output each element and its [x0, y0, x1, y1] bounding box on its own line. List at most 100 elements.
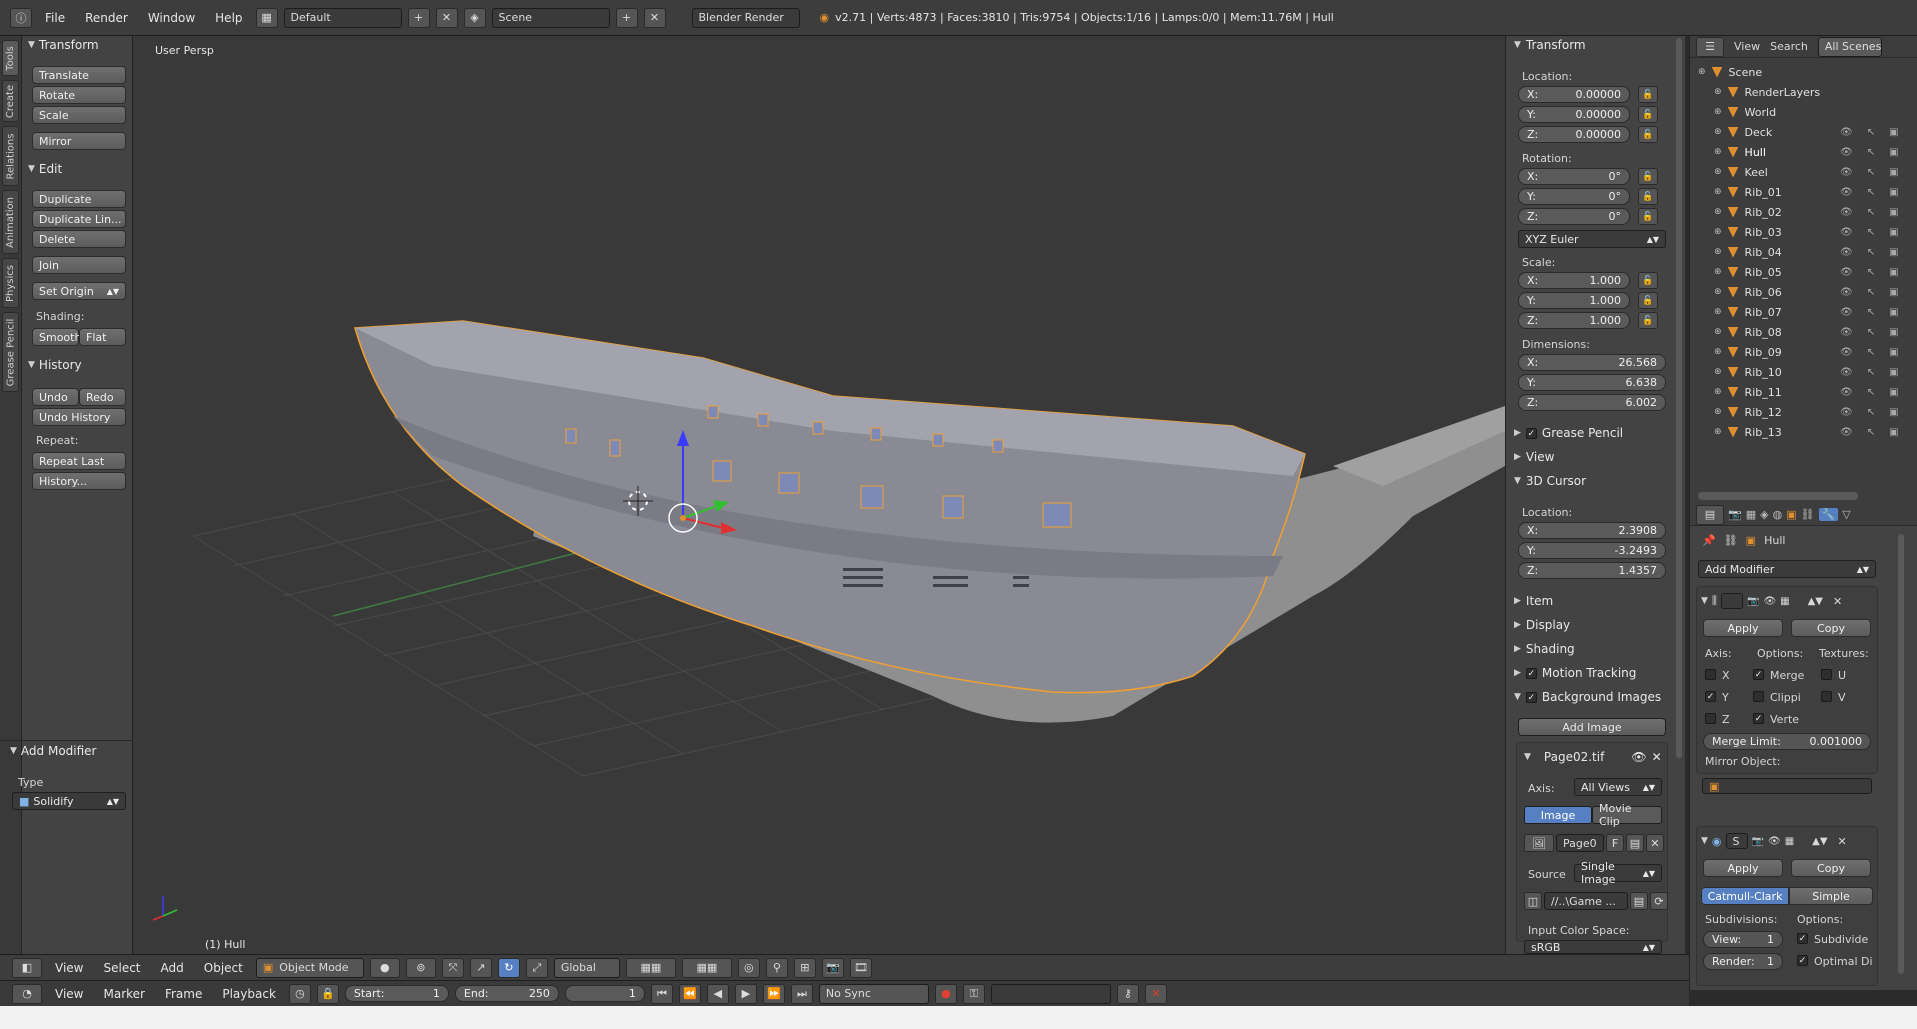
viewport-shading-icon[interactable]: ● [369, 957, 400, 978]
proportional-edit-icon[interactable]: ◎ [737, 957, 760, 978]
expand-icon[interactable]: ⊕ [1714, 267, 1722, 277]
cursor-icon[interactable]: ↖ [1867, 307, 1875, 318]
visibility-toggles[interactable]: 👁 ↖ ▣ [1840, 387, 1899, 398]
scrollbar[interactable] [1898, 534, 1904, 974]
fake-user-button[interactable]: F [1606, 834, 1624, 852]
merge-toggle[interactable]: ✓ Merge [1753, 669, 1804, 682]
flat-button[interactable]: Flat [79, 328, 126, 346]
dimension-x-field[interactable]: X: 26.568 [1518, 354, 1666, 371]
eye-icon[interactable]: 👁 [1840, 427, 1853, 438]
smooth-button[interactable]: Smooth [32, 328, 81, 346]
eye-icon[interactable]: 👁 [1840, 307, 1853, 318]
expand-icon[interactable]: ⊕ [1714, 207, 1722, 217]
keying-set-icon[interactable]: ⚿ [962, 983, 985, 1004]
copy-button[interactable]: Copy [1791, 619, 1871, 637]
view-header[interactable]: ▶ View [1514, 450, 1554, 464]
apply-button[interactable]: Apply [1703, 859, 1783, 877]
render-preview-icon[interactable]: 📷 [821, 957, 844, 978]
motion-tracking-header[interactable]: ▶ ✓ Motion Tracking [1514, 666, 1636, 680]
display-header[interactable]: ▶ Display [1514, 618, 1570, 632]
visibility-toggles[interactable]: 👁 ↖ ▣ [1840, 407, 1899, 418]
scene-context-icon[interactable]: ◈ [1760, 508, 1768, 521]
dimension-z-field[interactable]: Z: 6.002 [1518, 394, 1666, 411]
editmode-toggle-icon[interactable]: ▦ [1785, 836, 1794, 847]
menu-frame[interactable]: Frame [158, 987, 209, 1001]
render-icon[interactable]: ▣ [1889, 207, 1898, 218]
end-frame-field[interactable]: End: 250 [454, 985, 559, 1002]
rotation-y-field[interactable]: Y: 0° [1518, 188, 1630, 205]
outliner-editor-icon[interactable]: ☰ [1696, 36, 1724, 57]
edit-panel-header[interactable]: ▼ Edit [28, 162, 62, 176]
display-mode-select[interactable]: All Scenes [1817, 36, 1882, 57]
browse-folder-icon[interactable]: ▤ [1630, 892, 1648, 910]
outliner-row[interactable]: ⊕ Rib_04 👁 ↖ ▣ [1690, 242, 1904, 262]
viewport-toggle-icon[interactable]: 👁 [1768, 836, 1781, 847]
menu-file[interactable]: File [38, 11, 72, 25]
render-icon[interactable]: ▣ [1889, 187, 1898, 198]
rotate-button[interactable]: Rotate [32, 86, 126, 104]
undo-history-button[interactable]: Undo History [32, 408, 126, 426]
transform-panel-header[interactable]: ▼ Transform [28, 38, 99, 52]
simple-toggle[interactable]: Simple [1789, 887, 1873, 905]
image-browse-icon[interactable]: 🖼 [1524, 834, 1554, 852]
image-name-field[interactable]: Page0 [1556, 834, 1604, 852]
cursor-x-field[interactable]: X: 2.3908 [1518, 522, 1666, 539]
catmull-clark-toggle[interactable]: Catmull-Clark [1701, 887, 1789, 905]
sync-mode-select[interactable]: No Sync [818, 983, 929, 1004]
scene-layers-icon[interactable]: ▦▦ [625, 957, 676, 978]
prev-keyframe-icon[interactable]: ⏪ [678, 983, 701, 1004]
cursor-icon[interactable]: ↖ [1867, 127, 1875, 138]
insert-keyframe-icon[interactable]: ⚷ [1116, 983, 1139, 1004]
render-icon[interactable]: ▣ [1889, 347, 1898, 358]
preview-range-icon[interactable]: ◷ [288, 983, 311, 1004]
menu-window[interactable]: Window [141, 11, 202, 25]
render-icon[interactable]: ▣ [1889, 127, 1898, 138]
3d-view-editor-icon[interactable]: ◧ [12, 957, 42, 978]
render-icon[interactable]: ▣ [1889, 227, 1898, 238]
visibility-toggles[interactable]: 👁 ↖ ▣ [1840, 147, 1899, 158]
lock-icon[interactable]: 🔓 [1638, 126, 1658, 143]
visibility-toggles[interactable]: 👁 ↖ ▣ [1840, 187, 1899, 198]
rotate-manipulator-icon[interactable]: ↻ [497, 957, 520, 978]
scale-manipulator-icon[interactable]: ⤢ [525, 957, 548, 978]
add-modifier-select[interactable]: Add Modifier ▲▼ [1698, 560, 1876, 578]
delete-keyframe-icon[interactable]: ✕ [1144, 983, 1167, 1004]
timeline-editor-icon[interactable]: ◔ [12, 983, 42, 1004]
next-keyframe-icon[interactable]: ⏩ [762, 983, 785, 1004]
render-context-icon[interactable]: 📷 [1728, 508, 1742, 521]
expand-icon[interactable]: ⊕ [1714, 147, 1722, 157]
world-context-icon[interactable]: ◍ [1773, 508, 1783, 521]
vertex-groups-toggle[interactable]: ✓ Verte [1753, 713, 1799, 726]
location-y-field[interactable]: Y: 0.00000 [1518, 106, 1630, 123]
outliner-row[interactable]: ⊕ Rib_02 👁 ↖ ▣ [1690, 202, 1904, 222]
remove-modifier-icon[interactable]: ✕ [1833, 595, 1842, 608]
play-icon[interactable]: ▶ [734, 983, 757, 1004]
render-icon[interactable]: ▣ [1889, 147, 1898, 158]
scale-y-field[interactable]: Y: 1.000 [1518, 292, 1630, 309]
expand-icon[interactable]: ⊕ [1714, 347, 1722, 357]
view-levels-field[interactable]: View: 1 [1703, 931, 1783, 948]
cursor-icon[interactable]: ↖ [1867, 407, 1875, 418]
mode-select[interactable]: ▣ Object Mode [255, 957, 364, 978]
cursor-icon[interactable]: ↖ [1867, 287, 1875, 298]
tab-animation[interactable]: Animation [2, 190, 19, 254]
outliner-row[interactable]: ⊕ Rib_13 👁 ↖ ▣ [1690, 422, 1904, 442]
collapse-icon[interactable]: ▼ [1701, 836, 1708, 846]
outliner-row[interactable]: ⊕ Rib_09 👁 ↖ ▣ [1690, 342, 1904, 362]
eye-icon[interactable]: 👁 [1840, 367, 1853, 378]
visibility-toggles[interactable]: 👁 ↖ ▣ [1840, 167, 1899, 178]
move-up-down-icon[interactable]: ▲▼ [1812, 836, 1827, 847]
lock-icon[interactable]: 🔓 [1638, 86, 1658, 103]
repeat-last-button[interactable]: Repeat Last [32, 452, 126, 470]
expand-icon[interactable]: ⊕ [1714, 227, 1722, 237]
snap-target-icon[interactable]: ⊞ [793, 957, 816, 978]
tab-tools[interactable]: Tools [2, 40, 19, 76]
menu-playback[interactable]: Playback [215, 987, 283, 1001]
expand-icon[interactable]: ⊕ [1698, 67, 1706, 77]
lock-icon[interactable]: 🔓 [1638, 312, 1658, 329]
outliner-row[interactable]: ⊕ Rib_08 👁 ↖ ▣ [1690, 322, 1904, 342]
collapse-icon[interactable]: ▼ [1701, 596, 1708, 606]
cursor-icon[interactable]: ↖ [1867, 247, 1875, 258]
mirror-object-field[interactable]: ▣ [1702, 778, 1872, 794]
layers-context-icon[interactable]: ▦ [1746, 508, 1756, 521]
